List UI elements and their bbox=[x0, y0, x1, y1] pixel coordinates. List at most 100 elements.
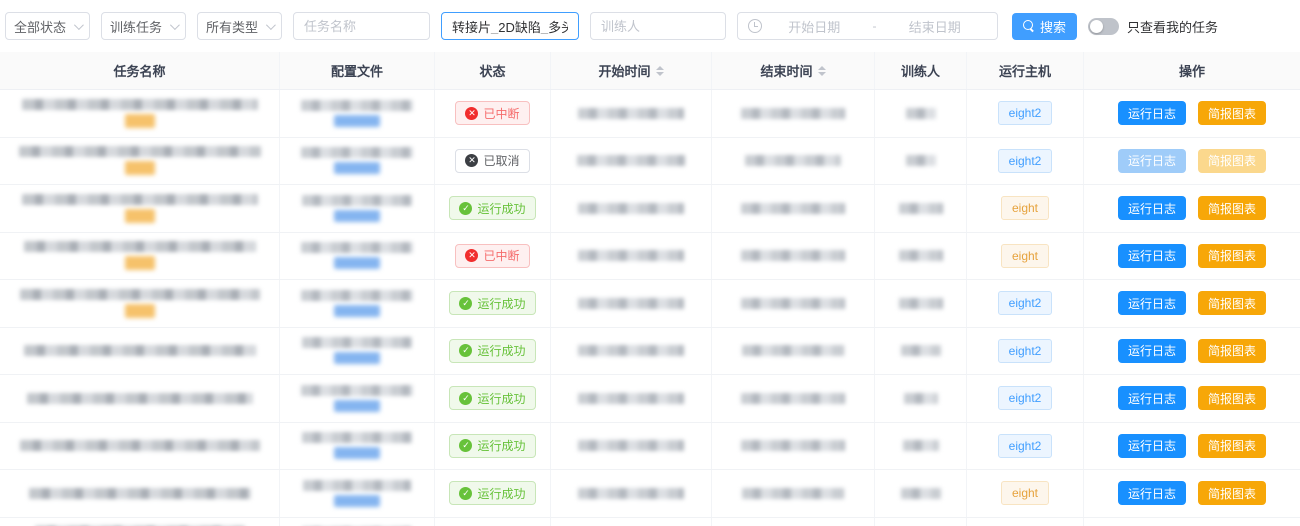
run-log-button[interactable]: 运行日志 bbox=[1118, 434, 1186, 458]
action-buttons: 运行日志 简报图表 bbox=[1118, 244, 1266, 268]
redacted-task-name bbox=[19, 146, 261, 157]
report-chart-button[interactable]: 简报图表 bbox=[1198, 196, 1266, 220]
redacted-task-tag bbox=[125, 304, 155, 318]
host-cell: eight2 bbox=[967, 518, 1084, 526]
redacted-config-link[interactable] bbox=[334, 210, 380, 222]
redacted-config-name bbox=[301, 242, 413, 253]
column-header-task-name: 任务名称 bbox=[0, 52, 280, 89]
sort-desc-icon[interactable] bbox=[656, 72, 664, 76]
redacted-start-time bbox=[578, 203, 684, 214]
sort-icons[interactable] bbox=[656, 66, 664, 76]
redacted-trainer-name bbox=[903, 440, 939, 451]
end-time-cell bbox=[712, 423, 875, 470]
column-header-end-time[interactable]: 结束时间 bbox=[712, 52, 875, 89]
category-filter-select[interactable]: 所有类型 bbox=[197, 12, 282, 40]
task-name-cell bbox=[0, 138, 280, 185]
status-cell: ✓ 运行成功 bbox=[435, 470, 551, 517]
task-type-filter-select[interactable]: 训练任务 bbox=[101, 12, 186, 40]
action-buttons: 运行日志 简报图表 bbox=[1118, 339, 1266, 363]
run-log-button[interactable]: 运行日志 bbox=[1118, 196, 1186, 220]
run-log-button[interactable]: 运行日志 bbox=[1118, 101, 1186, 125]
redacted-config-link[interactable] bbox=[334, 162, 380, 174]
run-log-button[interactable]: 运行日志 bbox=[1118, 339, 1186, 363]
end-time-cell bbox=[712, 138, 875, 185]
start-time-cell bbox=[551, 185, 712, 232]
task-name-cell bbox=[0, 518, 280, 526]
sort-asc-icon[interactable] bbox=[656, 66, 664, 70]
my-tasks-toggle[interactable] bbox=[1088, 18, 1119, 35]
report-chart-button[interactable]: 简报图表 bbox=[1198, 386, 1266, 410]
trainer-cell bbox=[875, 185, 967, 232]
redacted-config-link[interactable] bbox=[334, 495, 380, 507]
config-file-cell bbox=[280, 518, 435, 526]
status-icon: ✕ bbox=[465, 154, 478, 167]
run-log-button[interactable]: 运行日志 bbox=[1118, 291, 1186, 315]
task-name-cell bbox=[0, 328, 280, 375]
status-label: 运行成功 bbox=[477, 295, 525, 312]
category-filter-value: 所有类型 bbox=[206, 17, 258, 36]
redacted-config-name bbox=[301, 385, 413, 396]
host-tag: eight2 bbox=[998, 339, 1053, 363]
run-log-button[interactable]: 运行日志 bbox=[1118, 149, 1186, 173]
host-cell: eight2 bbox=[967, 375, 1084, 422]
date-range-picker[interactable]: 开始日期 - 结束日期 bbox=[737, 12, 998, 40]
host-tag: eight2 bbox=[998, 101, 1053, 125]
report-chart-button[interactable]: 简报图表 bbox=[1198, 149, 1266, 173]
chevron-down-icon bbox=[170, 20, 180, 30]
status-icon: ✕ bbox=[465, 107, 478, 120]
actions-cell: 运行日志 简报图表 bbox=[1084, 375, 1300, 422]
search-button[interactable]: 搜索 bbox=[1012, 13, 1077, 40]
redacted-end-time bbox=[742, 488, 844, 499]
redacted-config-link[interactable] bbox=[334, 115, 380, 127]
sort-desc-icon[interactable] bbox=[818, 72, 826, 76]
start-time-cell bbox=[551, 280, 712, 327]
host-tag: eight bbox=[1001, 244, 1049, 268]
status-icon: ✕ bbox=[465, 249, 478, 262]
redacted-task-tag bbox=[125, 256, 155, 270]
redacted-config-name bbox=[302, 432, 412, 443]
trainer-cell bbox=[875, 280, 967, 327]
status-label: 运行成功 bbox=[477, 390, 525, 407]
redacted-trainer-name bbox=[901, 488, 941, 499]
table-row: ✓ 运行成功 eight2 运行日志 简报图表 bbox=[0, 518, 1300, 526]
start-date-placeholder: 开始日期 bbox=[762, 17, 867, 36]
redacted-config-link[interactable] bbox=[334, 257, 380, 269]
report-chart-button[interactable]: 简报图表 bbox=[1198, 339, 1266, 363]
run-log-button[interactable]: 运行日志 bbox=[1118, 386, 1186, 410]
run-log-button[interactable]: 运行日志 bbox=[1118, 244, 1186, 268]
redacted-config-link[interactable] bbox=[334, 305, 380, 317]
status-label: 已取消 bbox=[483, 152, 519, 169]
task-name-input[interactable] bbox=[304, 19, 419, 34]
status-filter-select[interactable]: 全部状态 bbox=[5, 12, 90, 40]
redacted-task-tag bbox=[125, 114, 155, 128]
redacted-start-time bbox=[578, 488, 684, 499]
start-time-cell bbox=[551, 233, 712, 280]
trainer-input[interactable] bbox=[601, 19, 715, 34]
actions-cell: 运行日志 简报图表 bbox=[1084, 90, 1300, 137]
sort-icons[interactable] bbox=[818, 66, 826, 76]
status-label: 已中断 bbox=[483, 105, 519, 122]
status-cell: ✓ 运行成功 bbox=[435, 185, 551, 232]
status-filter-value: 全部状态 bbox=[14, 17, 66, 36]
status-badge: ✓ 运行成功 bbox=[449, 339, 535, 363]
redacted-config-link[interactable] bbox=[334, 400, 380, 412]
report-chart-button[interactable]: 简报图表 bbox=[1198, 101, 1266, 125]
model-name-input[interactable] bbox=[452, 19, 568, 34]
redacted-trainer-name bbox=[899, 250, 943, 261]
status-cell: ✓ 运行成功 bbox=[435, 280, 551, 327]
report-chart-button[interactable]: 简报图表 bbox=[1198, 434, 1266, 458]
run-log-button[interactable]: 运行日志 bbox=[1118, 481, 1186, 505]
report-chart-button[interactable]: 简报图表 bbox=[1198, 291, 1266, 315]
config-file-cell bbox=[280, 470, 435, 517]
report-chart-button[interactable]: 简报图表 bbox=[1198, 481, 1266, 505]
status-label: 已中断 bbox=[483, 247, 519, 264]
column-header-start-time[interactable]: 开始时间 bbox=[551, 52, 712, 89]
task-name-cell bbox=[0, 423, 280, 470]
sort-asc-icon[interactable] bbox=[818, 66, 826, 70]
actions-cell: 运行日志 简报图表 bbox=[1084, 185, 1300, 232]
redacted-config-link[interactable] bbox=[334, 447, 380, 459]
report-chart-button[interactable]: 简报图表 bbox=[1198, 244, 1266, 268]
redacted-config-link[interactable] bbox=[334, 352, 380, 364]
status-cell: ✓ 运行成功 bbox=[435, 518, 551, 526]
column-header-host: 运行主机 bbox=[967, 52, 1084, 89]
